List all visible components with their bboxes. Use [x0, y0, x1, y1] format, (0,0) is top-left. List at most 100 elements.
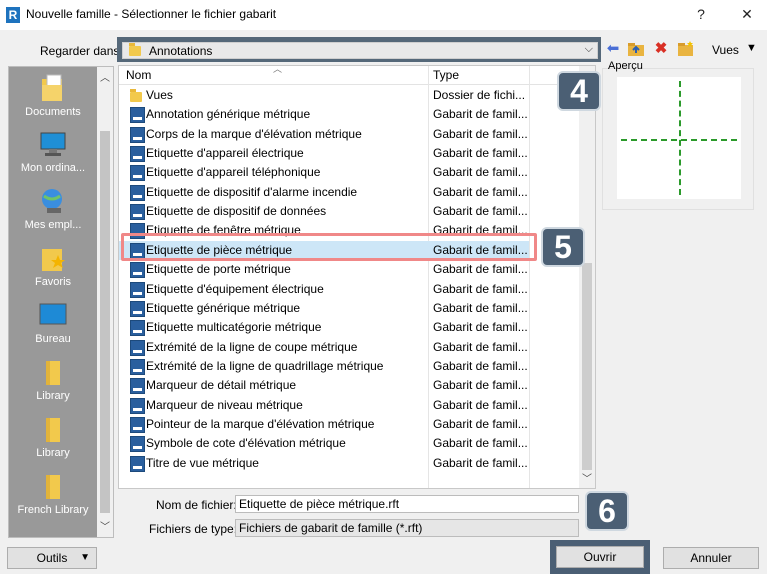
place-french-library[interactable]: French Library	[9, 471, 97, 516]
list-scroll-thumb[interactable]	[582, 263, 592, 470]
step-badge-5: 5	[541, 227, 585, 267]
tools-button[interactable]: Outils ▼	[7, 547, 97, 569]
scroll-down-icon[interactable]: ﹀	[582, 470, 592, 485]
selection-highlight-annotation	[121, 233, 537, 261]
scroll-down-icon[interactable]: ﹀	[100, 518, 110, 533]
delete-icon[interactable]: ✖	[652, 40, 670, 58]
title-bar: R Nouvelle famille - Sélectionner le fic…	[0, 0, 767, 30]
file-name: Etiquette d'appareil électrique	[146, 146, 304, 161]
file-name: Etiquette multicatégorie métrique	[146, 320, 322, 335]
lookin-label: Regarder dans:	[40, 44, 123, 58]
rft-file-icon	[130, 397, 145, 414]
list-item[interactable]: Extrémité de la ligne de coupe métrique G…	[119, 338, 529, 357]
list-item[interactable]: Titre de vue métrique Gabarit de famil...	[119, 454, 529, 473]
list-item[interactable]: Etiquette de dispositif d'alarme incendi…	[119, 183, 529, 202]
list-item[interactable]: Vues Dossier de fichi...	[119, 86, 529, 105]
file-type: Gabarit de famil...	[433, 146, 528, 161]
preview-label: Aperçu	[608, 60, 643, 72]
tools-dropdown-arrow-icon: ▼	[80, 552, 90, 563]
file-list: Nom ︿ Type Vues Dossier de fichi... Annota…	[118, 64, 596, 489]
file-type: Gabarit de famil...	[433, 455, 528, 470]
place-favorites[interactable]: Favoris	[9, 243, 97, 288]
rft-file-icon	[130, 107, 145, 124]
file-type: Gabarit de famil...	[433, 204, 528, 219]
file-type: Gabarit de famil...	[433, 416, 528, 431]
rft-file-icon	[130, 281, 145, 298]
step-badge-4: 4	[557, 71, 601, 111]
rft-file-icon	[130, 436, 145, 453]
column-divider[interactable]	[529, 66, 530, 488]
rft-file-icon	[130, 378, 145, 395]
list-item[interactable]: Etiquette d'appareil téléphonique Gabarit…	[119, 163, 529, 182]
rft-file-icon	[130, 300, 145, 317]
column-header-name[interactable]: Nom	[126, 68, 151, 82]
views-menu-button[interactable]: Vues	[712, 43, 739, 57]
column-header-type[interactable]: Type	[433, 68, 459, 82]
folder-icon	[38, 414, 68, 444]
filetype-select[interactable]: Fichiers de gabarit de famille (*.rft)	[235, 519, 579, 537]
list-item[interactable]: Marqueur de niveau métrique Gabarit de fa…	[119, 396, 529, 415]
place-label: Library	[36, 390, 70, 402]
preview-canvas	[617, 77, 741, 199]
place-library-2[interactable]: Library	[9, 414, 97, 459]
folder-icon	[129, 43, 141, 56]
close-button[interactable]: ✕	[732, 3, 762, 25]
file-type: Dossier de fichi...	[433, 88, 526, 102]
preview-horizontal-guide	[621, 139, 737, 141]
place-label: Mes empl...	[24, 219, 82, 231]
list-item[interactable]: Etiquette de porte métrique Gabarit de fa…	[119, 260, 529, 279]
list-item[interactable]: Etiquette d'équipement électrique Gabarit…	[119, 280, 529, 299]
file-type: Gabarit de famil...	[433, 339, 528, 354]
new-folder-icon[interactable]	[677, 40, 695, 58]
file-name: Symbole de cote d'élévation métrique	[146, 436, 346, 451]
file-name: Etiquette générique métrique	[146, 300, 301, 315]
filename-input[interactable]: Etiquette de pièce métrique.rft	[235, 495, 579, 513]
place-desktop[interactable]: Bureau	[9, 300, 97, 345]
list-item[interactable]: Etiquette d'appareil électrique Gabarit d…	[119, 144, 529, 163]
places-scroll-thumb[interactable]	[100, 131, 110, 513]
place-label: Documents	[25, 106, 81, 118]
window-title: Nouvelle famille - Sélectionner le fichi…	[26, 7, 277, 21]
open-button[interactable]: Ouvrir	[556, 546, 644, 568]
favorites-icon	[38, 243, 68, 273]
list-item[interactable]: Etiquette multicatégorie métrique Gabarit…	[119, 318, 529, 337]
file-type: Gabarit de famil...	[433, 281, 528, 296]
file-name: Etiquette d'équipement électrique	[146, 281, 324, 296]
rft-file-icon	[130, 262, 145, 279]
list-item[interactable]: Etiquette générique métrique Gabarit de f…	[119, 299, 529, 318]
rft-file-icon	[130, 126, 145, 143]
computer-icon	[38, 129, 68, 159]
file-type: Gabarit de famil...	[433, 107, 528, 122]
place-library-1[interactable]: Library	[9, 357, 97, 402]
place-computer[interactable]: Mon ordina...	[9, 129, 97, 174]
preview-vertical-guide	[679, 81, 681, 195]
scroll-up-icon[interactable]: ︿	[100, 69, 110, 84]
place-network[interactable]: Mes empl...	[9, 186, 97, 231]
list-item[interactable]: Marqueur de détail métrique Gabarit de fa…	[119, 376, 529, 395]
lookin-value: Annotations	[149, 44, 213, 58]
file-name: Annotation générique métrique	[146, 107, 311, 122]
places-scrollbar[interactable]: ︿ ﹀	[97, 67, 113, 537]
list-scrollbar[interactable]: ﹀	[579, 66, 595, 488]
cancel-button[interactable]: Annuler	[663, 547, 759, 569]
file-name: Extrémité de la ligne de coupe métrique	[146, 339, 358, 354]
back-arrow-icon[interactable]: ⬅	[604, 40, 622, 58]
list-item[interactable]: Extrémité de la ligne de quadrillage mét…	[119, 357, 529, 376]
list-item[interactable]: Etiquette de dispositif de données Gabari…	[119, 202, 529, 221]
chevron-down-icon: ⌵	[584, 43, 593, 55]
tools-label: Outils	[36, 551, 68, 565]
list-item[interactable]: Corps de la marque d'élévation métrique G…	[119, 125, 529, 144]
views-dropdown-arrow-icon[interactable]: ▼	[746, 42, 757, 54]
help-button[interactable]: ?	[686, 3, 716, 25]
file-name: Corps de la marque d'élévation métrique	[146, 126, 362, 141]
lookin-dropdown[interactable]: Annotations ⌵	[122, 42, 598, 59]
preview-panel	[602, 68, 754, 210]
file-type: Gabarit de famil...	[433, 397, 528, 412]
place-label: Bureau	[35, 333, 71, 345]
place-documents[interactable]: Documents	[9, 73, 97, 118]
documents-icon	[38, 73, 68, 103]
list-item[interactable]: Pointeur de la marque d'élévation métriq…	[119, 415, 529, 434]
list-item[interactable]: Symbole de cote d'élévation métrique Gaba…	[119, 434, 529, 453]
list-item[interactable]: Annotation générique métrique Gabarit de …	[119, 105, 529, 124]
up-folder-icon[interactable]	[627, 40, 645, 58]
